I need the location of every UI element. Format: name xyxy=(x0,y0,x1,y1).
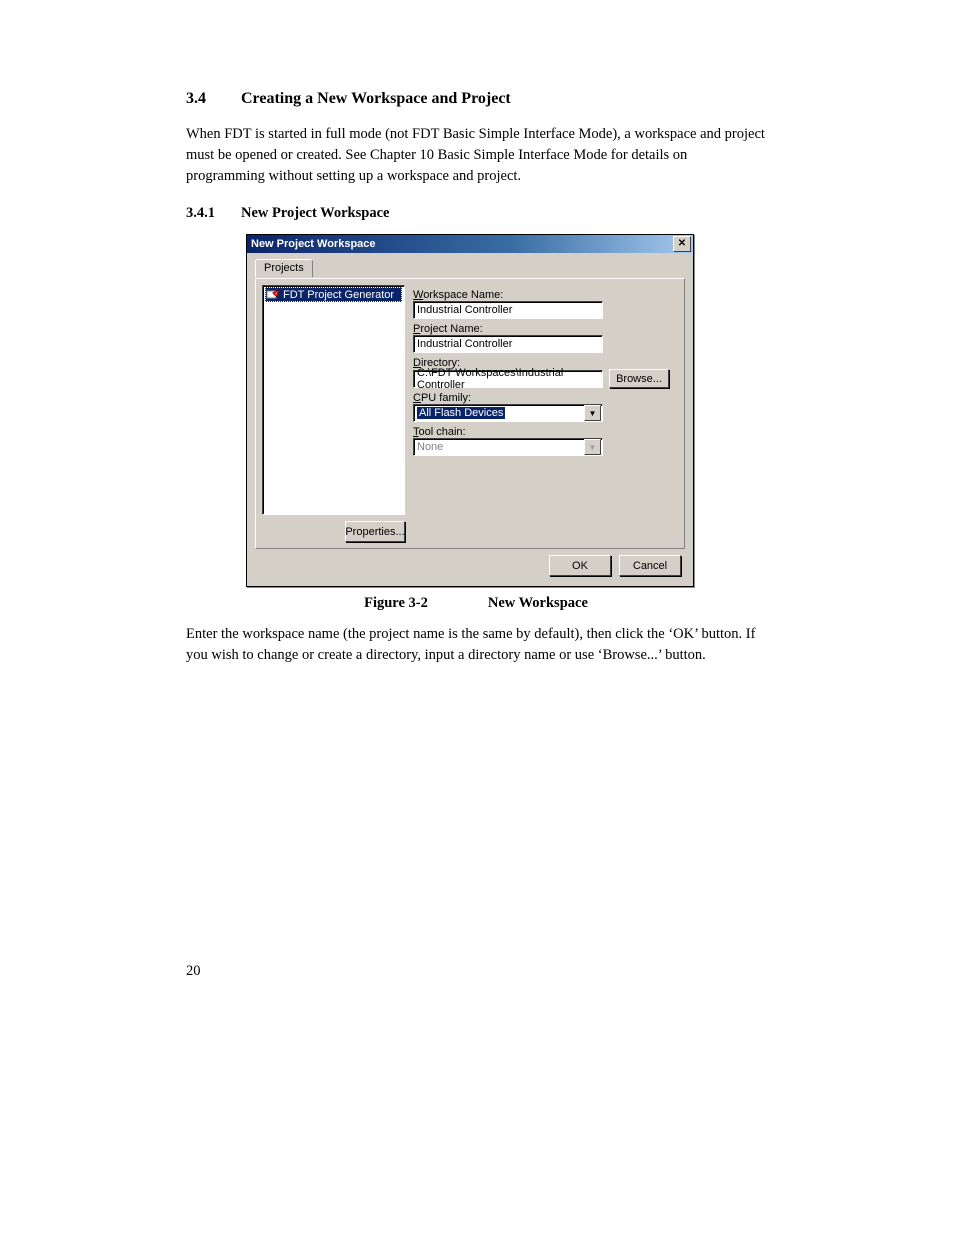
section-title: Creating a New Workspace and Project xyxy=(241,90,511,107)
section-number: 3.4 xyxy=(186,90,241,108)
generator-icon xyxy=(266,289,280,301)
dialog-titlebar[interactable]: New Project Workspace ✕ xyxy=(247,235,693,253)
tool-chain-label: Tool chain: xyxy=(413,426,678,438)
chevron-down-icon: ▼ xyxy=(584,405,601,421)
new-project-workspace-dialog: New Project Workspace ✕ Projects xyxy=(246,234,694,587)
tool-chain-select: None ▼ xyxy=(413,438,603,456)
page-number: 20 xyxy=(186,963,201,980)
subsection-heading: 3.4.1New Project Workspace xyxy=(186,205,766,222)
properties-button[interactable]: Properties... xyxy=(345,521,405,542)
list-item-label: FDT Project Generator xyxy=(283,289,394,301)
generator-listbox[interactable]: FDT Project Generator xyxy=(262,285,405,515)
subsection-title: New Project Workspace xyxy=(241,205,389,221)
subsection-number: 3.4.1 xyxy=(186,205,241,222)
browse-button[interactable]: Browse... xyxy=(609,369,669,388)
project-name-label: Project Name: xyxy=(413,323,678,335)
close-icon[interactable]: ✕ xyxy=(673,236,691,252)
figure-title: New Workspace xyxy=(488,595,588,611)
cpu-family-label: CPU family: xyxy=(413,392,678,404)
project-name-input[interactable]: Industrial Controller xyxy=(413,335,603,353)
chevron-down-icon: ▼ xyxy=(584,439,601,455)
tab-projects[interactable]: Projects xyxy=(255,259,313,277)
directory-input[interactable]: C:\FDT Workspaces\Industrial Controller xyxy=(413,370,603,388)
figure-label: Figure 3-2 xyxy=(364,595,428,611)
workspace-name-label: Workspace Name: xyxy=(413,289,678,301)
section-heading: 3.4Creating a New Workspace and Project xyxy=(186,90,766,108)
workspace-name-input[interactable]: Industrial Controller xyxy=(413,301,603,319)
dialog-title: New Project Workspace xyxy=(251,238,376,250)
ok-button[interactable]: OK xyxy=(549,555,611,576)
post-figure-paragraph: Enter the workspace name (the project na… xyxy=(186,624,766,666)
section-paragraph: When FDT is started in full mode (not FD… xyxy=(186,124,766,187)
cancel-button[interactable]: Cancel xyxy=(619,555,681,576)
figure-caption: Figure 3-2 New Workspace xyxy=(186,595,766,612)
cpu-family-select[interactable]: All Flash Devices ▼ xyxy=(413,404,603,422)
list-item[interactable]: FDT Project Generator xyxy=(265,287,402,302)
